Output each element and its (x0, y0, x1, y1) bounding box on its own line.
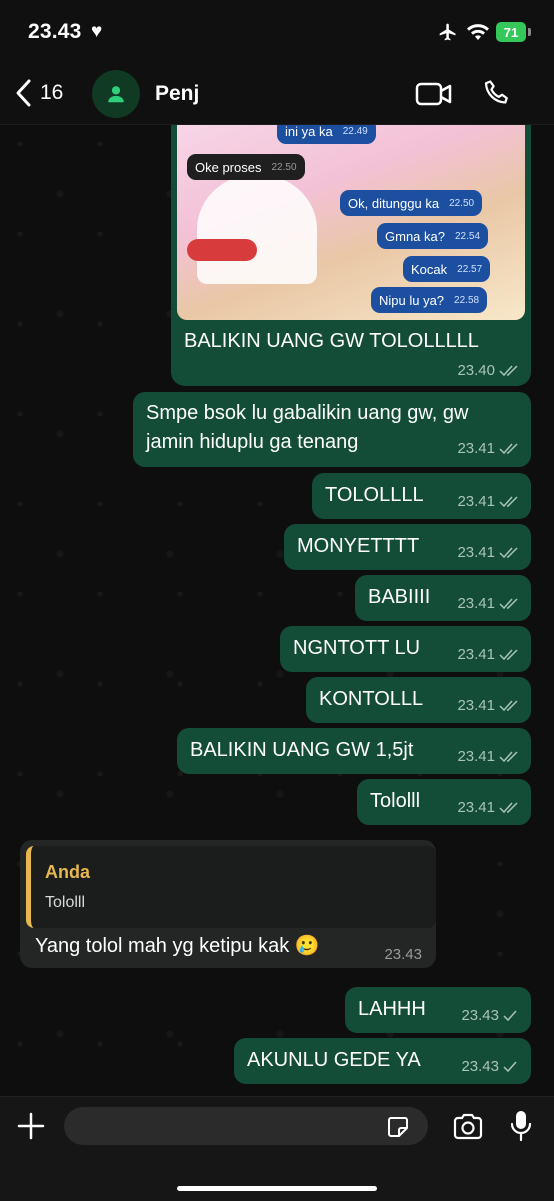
mini-message: Nipu lu ya? 22.58 (371, 287, 488, 313)
message-meta: 23.43 (461, 1007, 517, 1024)
double-check-icon (499, 546, 518, 558)
video-call-icon[interactable] (415, 80, 453, 108)
battery-indicator: 71 (496, 22, 526, 42)
incoming-message[interactable]: Anda Tololll Yang tolol mah yg ketipu ka… (20, 840, 436, 968)
message-text: KONTOLLL (319, 688, 424, 710)
message-meta: 23.40 (457, 362, 519, 379)
plus-icon[interactable] (16, 1111, 46, 1141)
mini-message: Ok, ditunggu ka 22.50 (340, 190, 483, 216)
outgoing-message[interactable]: TOLOLLLL 23.41 (312, 473, 531, 519)
mini-message: Kocak 22.57 (403, 256, 491, 282)
person-icon (108, 86, 124, 103)
image-message[interactable]: ini ya ka 22.49 Oke proses 22.50 Ok, ditun… (171, 124, 531, 386)
outgoing-message[interactable]: Smpe bsok lu gabalikin uang gw, gw jamin… (133, 392, 531, 467)
decoration-shape (187, 239, 257, 261)
outgoing-message[interactable]: BABIIII 23.41 (355, 575, 531, 621)
chevron-left-icon (16, 79, 31, 107)
quote-text: Tololll (45, 894, 86, 911)
double-check-icon (499, 750, 518, 762)
mini-message: ini ya ka 22.49 (277, 124, 376, 144)
battery-level: 71 (503, 24, 519, 40)
check-icon (503, 1010, 517, 1021)
message-meta: 23.41 (457, 493, 519, 510)
double-check-icon (499, 597, 518, 609)
outgoing-message[interactable]: NGNTOTT LU 23.41 (280, 626, 531, 672)
bunny-illustration (197, 174, 317, 284)
message-text: AKUNLU GEDE YA (247, 1049, 421, 1071)
outgoing-message[interactable]: MONYETTTT 23.41 (284, 524, 531, 570)
message-text: BABIIII (368, 586, 431, 608)
message-text: jamin hiduplu ga tenang (146, 431, 359, 453)
message-text: Smpe bsok lu gabalikin uang gw, gw (146, 402, 469, 424)
message-meta: 23.41 (457, 646, 519, 663)
message-text: LAHHH (358, 998, 426, 1020)
double-check-icon (499, 495, 518, 507)
message-text: Tololll (370, 790, 421, 812)
message-text: MONYETTTT (297, 535, 420, 557)
contact-name[interactable]: Penj (155, 82, 199, 106)
quote-author: Anda (45, 862, 90, 882)
airplane-icon (439, 23, 456, 41)
unread-count: 16 (40, 81, 64, 104)
message-meta: 23.41 (457, 697, 519, 714)
outgoing-message[interactable]: KONTOLLL 23.41 (306, 677, 531, 723)
phone-icon[interactable] (482, 78, 512, 108)
back-button[interactable]: 16 (14, 76, 63, 110)
image-caption: BALIKIN UANG GW TOLOLLLLL (184, 330, 479, 352)
message-text: BALIKIN UANG GW 1,5jt (190, 739, 414, 761)
home-indicator (177, 1186, 377, 1191)
double-check-icon (499, 442, 518, 454)
message-meta: 23.41 (457, 595, 519, 612)
outgoing-message[interactable]: AKUNLU GEDE YA 23.43 (234, 1038, 531, 1084)
mini-message: Oke proses 22.50 (187, 154, 305, 180)
message-meta: 23.41 (457, 799, 519, 816)
status-time: 23.43 (28, 20, 82, 43)
chat-area[interactable]: ini ya ka 22.49 Oke proses 22.50 Ok, ditun… (0, 124, 554, 1096)
message-meta: 23.41 (457, 440, 519, 457)
sticker-icon[interactable] (386, 1115, 410, 1139)
message-text: NGNTOTT LU (293, 637, 421, 659)
quoted-message[interactable]: Anda Tololll (26, 846, 436, 928)
camera-icon[interactable] (452, 1113, 484, 1141)
check-icon (503, 1061, 517, 1072)
message-meta: 23.41 (457, 544, 519, 561)
battery-cap (528, 28, 531, 36)
message-text: TOLOLLLL (325, 484, 424, 506)
message-text: Yang tolol mah yg ketipu kak 🥲 (35, 935, 320, 957)
message-meta: 23.41 (457, 748, 519, 765)
status-bar: 23.43 ♥ 71 (0, 0, 554, 62)
input-bar (0, 1096, 554, 1201)
screenshot-image[interactable]: ini ya ka 22.49 Oke proses 22.50 Ok, ditun… (177, 124, 525, 320)
chat-header: 16 Penj (0, 62, 554, 125)
double-check-icon (499, 801, 518, 813)
outgoing-message[interactable]: LAHHH 23.43 (345, 987, 531, 1033)
message-input[interactable] (64, 1107, 428, 1145)
message-meta: 23.43 (461, 1058, 517, 1075)
double-check-icon (499, 364, 518, 376)
double-check-icon (499, 648, 518, 660)
message-meta: 23.43 (384, 946, 422, 963)
microphone-icon[interactable] (509, 1109, 533, 1143)
wifi-icon (467, 24, 489, 40)
heart-icon: ♥ (91, 21, 103, 42)
mini-message: Gmna ka? 22.54 (377, 223, 489, 249)
outgoing-message[interactable]: Tololll 23.41 (357, 779, 531, 825)
outgoing-message[interactable]: BALIKIN UANG GW 1,5jt 23.41 (177, 728, 531, 774)
double-check-icon (499, 699, 518, 711)
avatar[interactable] (92, 70, 140, 118)
